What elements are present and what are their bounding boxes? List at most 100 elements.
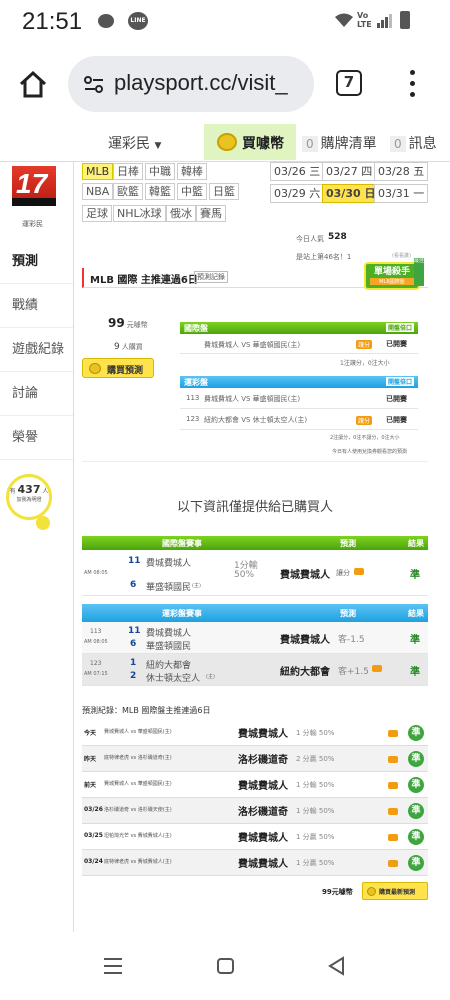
visitors-rank-link[interactable]: (看看誰) bbox=[392, 252, 411, 259]
intl-block-badge: 讓分 bbox=[356, 340, 373, 349]
address-bar[interactable]: playsport.cc/visit_ bbox=[68, 56, 314, 112]
buy-list-count: 0 bbox=[302, 136, 318, 152]
history-game: 洛杉磯道奇 vs 洛杉磯天使(主) bbox=[104, 807, 172, 813]
buy-predict-button[interactable]: 購買預測 bbox=[82, 358, 154, 378]
price-amount: 99 bbox=[108, 316, 125, 330]
lot-row-result: 準 bbox=[410, 667, 420, 678]
intl-table-row: AM 08:05 11 費城費城人 6 華盛頓國民 (主) 1分輸 50% 費城… bbox=[82, 550, 428, 596]
filter-kr-basketball[interactable]: 韓籃 bbox=[145, 183, 175, 200]
history-day: 03/26 bbox=[84, 806, 103, 813]
site-logo[interactable]: 17 bbox=[12, 166, 56, 206]
intl-block-status: 已開賽 bbox=[386, 340, 407, 348]
history-line: 1 分贏 50% bbox=[296, 859, 335, 867]
lottery-block-row: 113 費城費城人 VS 華盛頓國民(主) 已開賽 bbox=[180, 388, 418, 409]
site-settings-icon[interactable] bbox=[84, 76, 104, 94]
history-day: 前天 bbox=[84, 782, 97, 789]
promo-badge-sub: MLB國際盤 bbox=[370, 278, 414, 285]
left-nav-item-honor[interactable]: 榮譽 bbox=[0, 416, 73, 460]
coin-icon bbox=[367, 887, 376, 896]
intl-block-right: 開盤倍口 bbox=[385, 323, 414, 332]
history-day: 03/25 bbox=[84, 832, 103, 839]
browser-toolbar: playsport.cc/visit_ 7 bbox=[0, 44, 450, 124]
filter-ru-hockey[interactable]: 俄冰 bbox=[166, 205, 196, 222]
buy-latest-button[interactable]: 購買最新預測 bbox=[362, 882, 428, 900]
filter-nba[interactable]: NBA bbox=[82, 183, 114, 200]
lottery-block-note: 今日有人使用兌換券觀看您的預測 bbox=[332, 449, 408, 455]
history-title: 預測紀錄：MLB 國際盤主推連過6日 bbox=[82, 706, 211, 715]
intl-table-header: 國際盤賽事 預測 結果 bbox=[82, 536, 428, 550]
lot-row-t2: 華盛頓國民 bbox=[146, 642, 192, 652]
lot-row-line: 客-1.5 bbox=[338, 635, 365, 645]
history-pick: 費城費城人 bbox=[238, 833, 288, 844]
lottery-table-h1: 預測 bbox=[340, 609, 356, 618]
filter-jp-basketball[interactable]: 日籃 bbox=[209, 183, 239, 200]
filter-eu-basketball[interactable]: 歐籃 bbox=[113, 183, 143, 200]
lottery-block-game: 紐約大都會 VS 休士頓太空人(主) bbox=[204, 416, 308, 424]
history-result: 準 bbox=[408, 803, 424, 819]
intl-table-h2: 結果 bbox=[408, 539, 424, 548]
promo-badge-title: 單場殺手 bbox=[373, 267, 410, 277]
lot-row-badge bbox=[372, 665, 382, 672]
buy-predict-label: 購買預測 bbox=[107, 366, 144, 376]
lottery-block-game: 費城費城人 VS 華盛頓國民(主) bbox=[204, 395, 301, 403]
left-nav-item-record[interactable]: 戰績 bbox=[0, 284, 73, 328]
lamp-promo[interactable]: 有 437 人 加我為明燈 bbox=[6, 474, 52, 520]
filter-mlb[interactable]: MLB bbox=[82, 163, 114, 180]
history-result: 準 bbox=[408, 855, 424, 871]
history-line: 1 分輸 50% bbox=[296, 781, 335, 789]
history-row: 03/26 洛杉磯道奇 vs 洛杉磯天使(主) 洛杉磯道奇 1 分輸 50% 準 bbox=[82, 798, 428, 824]
line-app-icon: LINE bbox=[128, 12, 148, 30]
history-row: 昨天 底特律老虎 vs 洛杉磯道奇(主) 洛杉磯道奇 2 分贏 50% 準 bbox=[82, 746, 428, 772]
messages-link[interactable]: 0 訊息 bbox=[390, 133, 437, 153]
chevron-down-icon: ▼ bbox=[154, 141, 162, 151]
date-0330[interactable]: 03/30 日 bbox=[322, 184, 380, 203]
date-0328[interactable]: 03/28 五 bbox=[374, 162, 429, 181]
filter-cn-basketball[interactable]: 中籃 bbox=[177, 183, 207, 200]
home-nav-icon[interactable] bbox=[217, 958, 234, 974]
intl-block-title: 國際盤 bbox=[184, 324, 208, 333]
home-icon[interactable] bbox=[18, 70, 48, 98]
intl-block-game: 費城費城人 VS 華盛頓國民(主) bbox=[204, 341, 301, 349]
lottery-table-h2: 結果 bbox=[408, 609, 424, 618]
left-nav-item-game-log[interactable]: 遊戲紀錄 bbox=[0, 328, 73, 372]
filter-kr-baseball[interactable]: 韓棒 bbox=[177, 163, 207, 180]
intl-row-home: (主) bbox=[192, 583, 201, 589]
buy-coin-button[interactable]: 買噱幣 bbox=[204, 124, 296, 160]
filter-nhl[interactable]: NHL冰球 bbox=[113, 205, 166, 222]
left-nav-item-predict[interactable]: 預測 bbox=[0, 240, 73, 284]
purchased-title: 以下資訊僅提供給已購買人 bbox=[176, 500, 333, 515]
site-nav: 運彩民 ▼ 買噱幣 0 購牌清單 0 訊息 bbox=[0, 124, 450, 162]
left-nav-item-discuss[interactable]: 討論 bbox=[0, 372, 73, 416]
lottery-block-footer: 2注讓分，0注不讓分，0注大小 bbox=[330, 435, 400, 441]
date-0326[interactable]: 03/26 三 bbox=[270, 162, 325, 181]
lot-row-pick: 紐約大都會 bbox=[280, 667, 330, 678]
lot-row-num: 123 bbox=[90, 660, 102, 667]
history-game: 底特律老虎 vs 費城費城人(主) bbox=[104, 859, 172, 865]
filter-cpbl[interactable]: 中職 bbox=[145, 163, 175, 180]
lot-row-n2: 2 bbox=[130, 671, 137, 681]
date-0329[interactable]: 03/29 六 bbox=[270, 184, 325, 203]
buy-list-link[interactable]: 0 購牌清單 bbox=[302, 133, 377, 153]
filter-horse[interactable]: 賽馬 bbox=[196, 205, 226, 222]
history-line: 2 分贏 50% bbox=[296, 755, 335, 763]
visitors-label: 今日人氣 bbox=[296, 235, 324, 243]
more-menu-icon[interactable] bbox=[410, 70, 416, 98]
tab-switcher-button[interactable]: 7 bbox=[336, 70, 362, 96]
brand-menu[interactable]: 運彩民 ▼ bbox=[108, 133, 161, 153]
lottery-block-status: 已開賽 bbox=[386, 416, 407, 424]
lamp-count: 437 bbox=[17, 483, 41, 496]
url-text: playsport.cc/visit_ bbox=[114, 70, 288, 95]
history-result: 準 bbox=[408, 725, 424, 741]
streak-record-link[interactable]: 預測記錄 bbox=[194, 271, 228, 283]
history-day: 今天 bbox=[84, 730, 97, 737]
recents-icon[interactable] bbox=[104, 958, 122, 974]
filter-soccer[interactable]: 足球 bbox=[82, 205, 112, 222]
history-result: 準 bbox=[408, 777, 424, 793]
promo-badge: 單場殺手 MLB國際盤 bbox=[364, 262, 420, 290]
lot-row-t1: 紐約大都會 bbox=[146, 661, 192, 671]
history-badge bbox=[388, 808, 398, 815]
back-icon[interactable] bbox=[327, 956, 345, 976]
filter-jp-baseball[interactable]: 日棒 bbox=[113, 163, 143, 180]
date-0331[interactable]: 03/31 一 bbox=[374, 184, 429, 203]
date-0327[interactable]: 03/27 四 bbox=[322, 162, 377, 181]
